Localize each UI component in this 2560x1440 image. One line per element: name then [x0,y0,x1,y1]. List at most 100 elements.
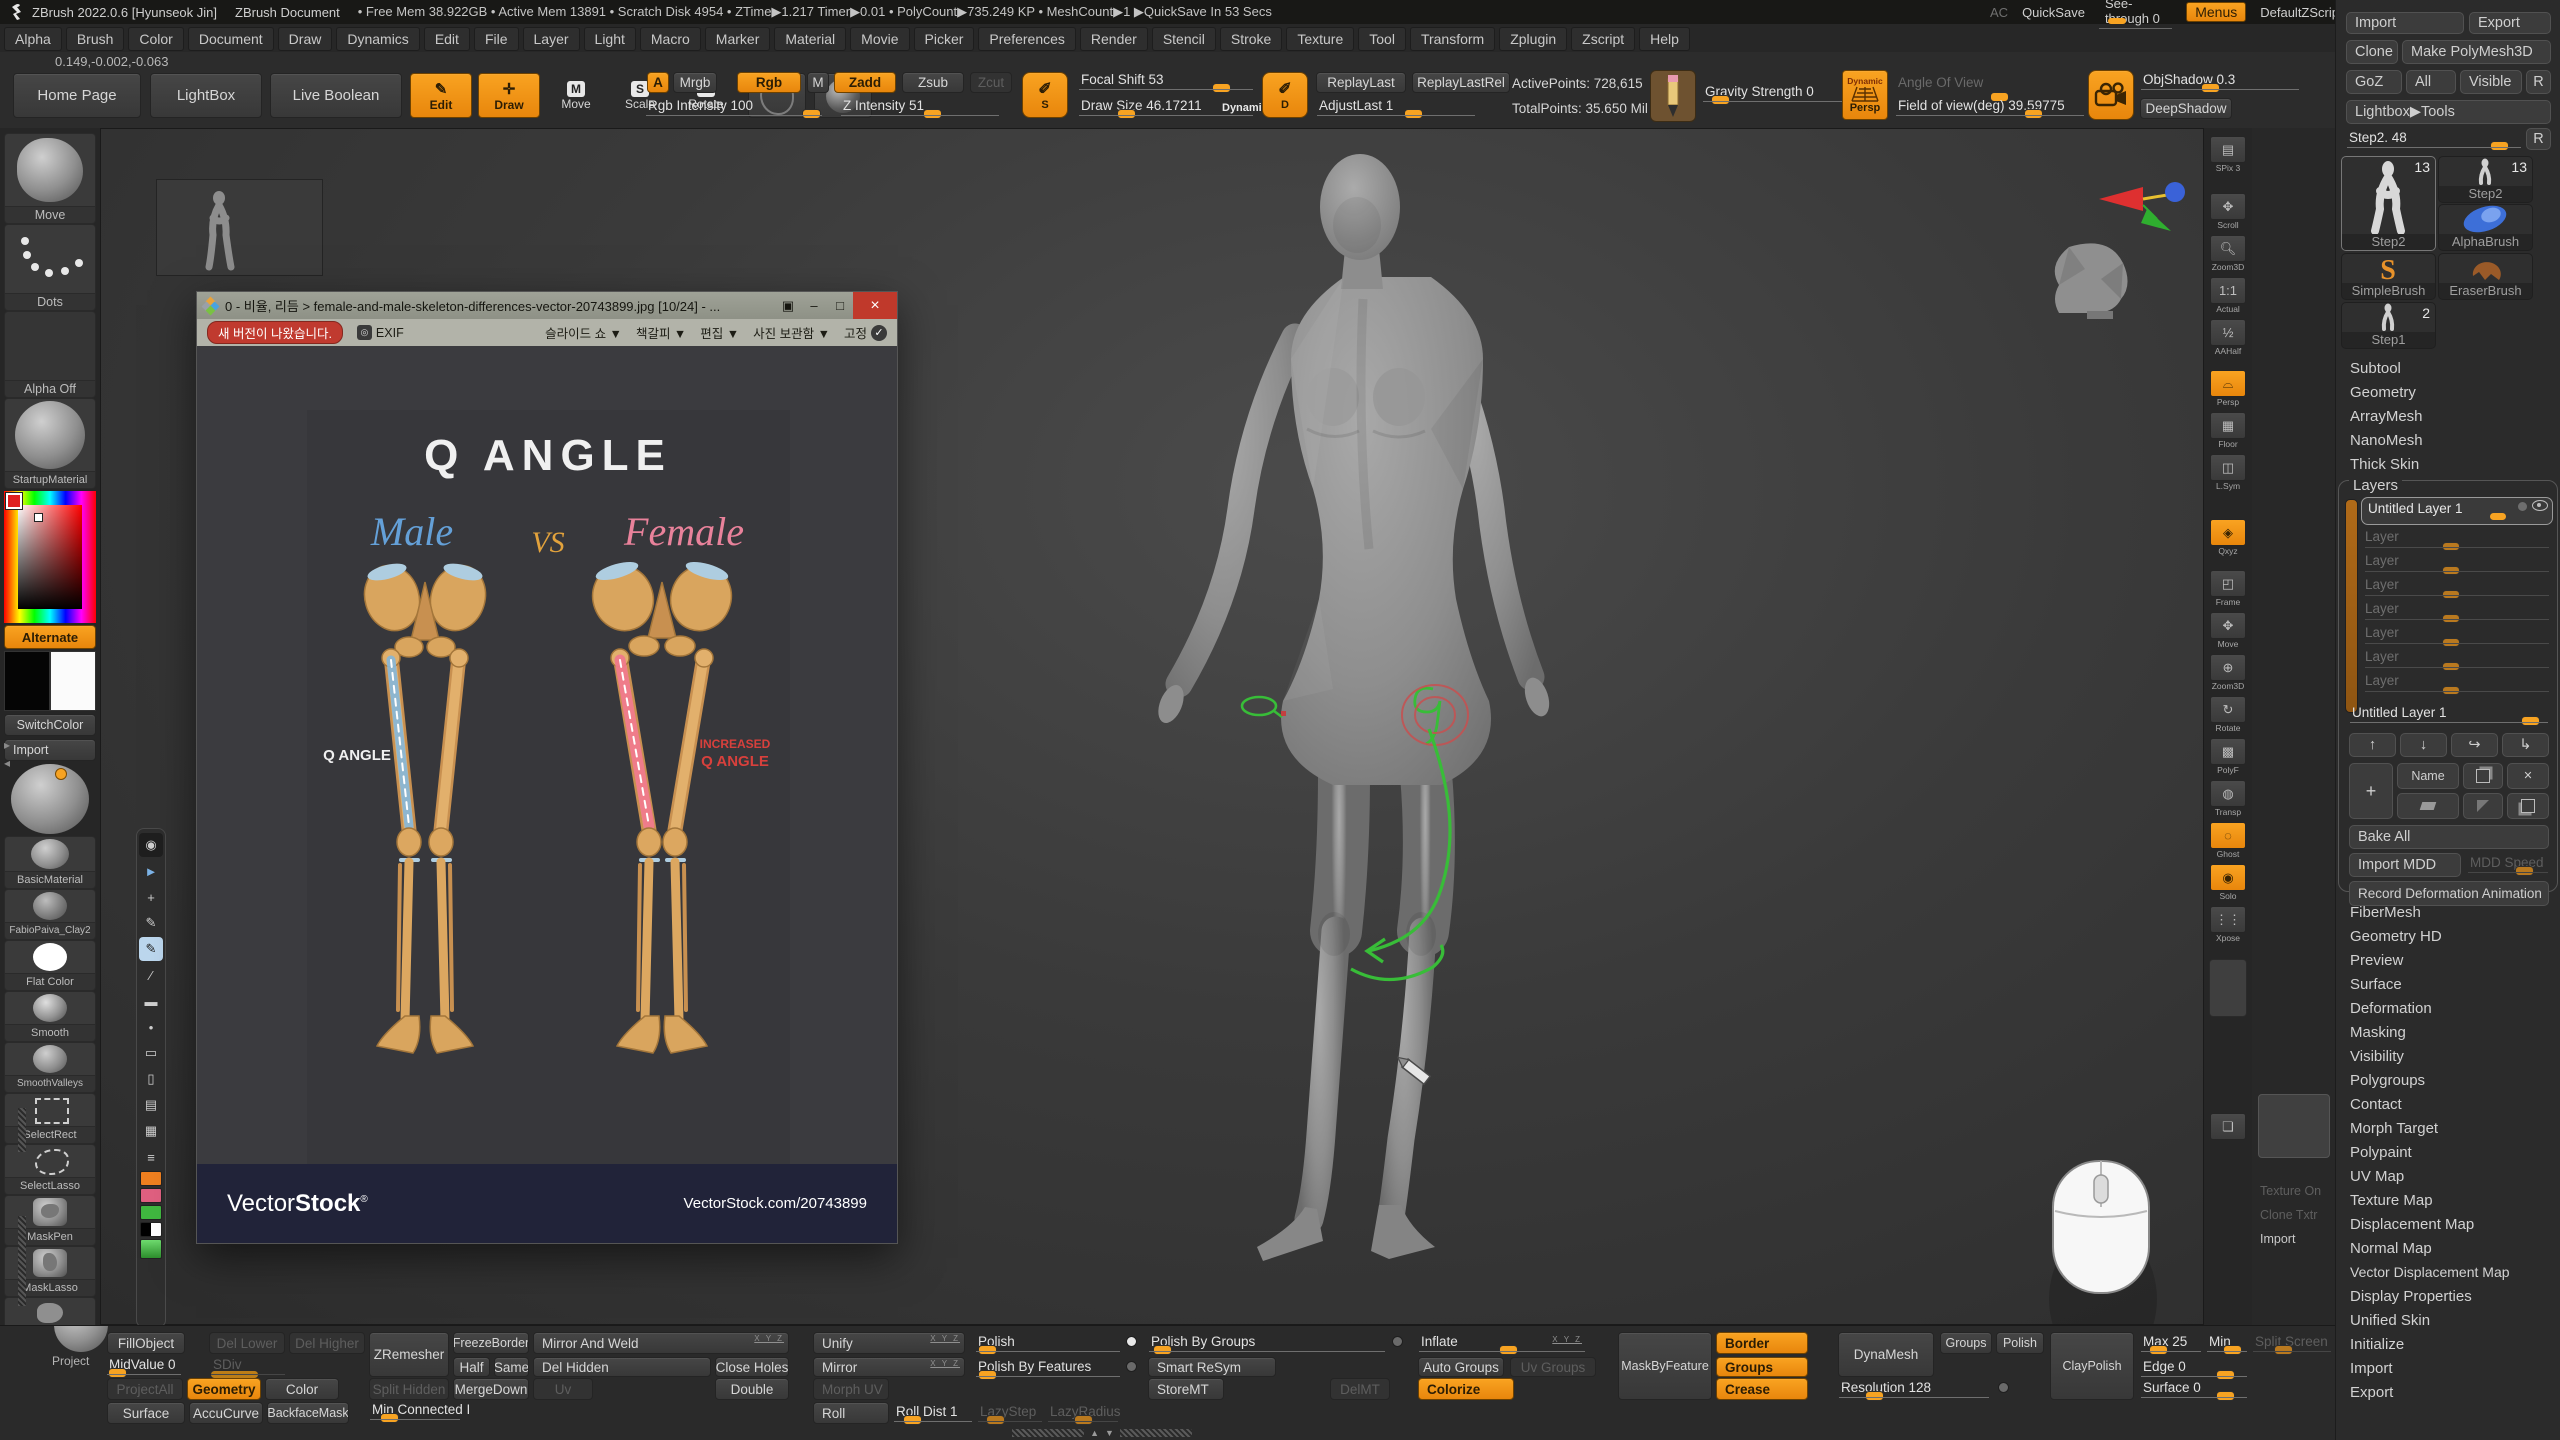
anno-trash-icon[interactable]: ▯ [139,1067,163,1091]
groups-button[interactable]: Groups [1716,1357,1808,1377]
menu-help[interactable]: Help [1639,27,1690,51]
switch-color-button[interactable]: SwitchColor [4,714,96,736]
menus-toggle-button[interactable]: Menus [2186,2,2246,22]
anno-menu-icon[interactable]: ◉ [139,833,163,857]
shelf-grip[interactable]: ▲ ▼ [1012,1428,1192,1438]
image-viewer-window[interactable]: 0 - 비율, 리듬 > female-and-male-skeleton-di… [196,291,898,1244]
z-intensity-slider[interactable]: Z Intensity 51 [840,98,1000,118]
exif-button[interactable]: ◎EXIF [357,325,404,340]
zadd-button[interactable]: Zadd [834,72,896,93]
freeze-border-button[interactable]: FreezeBorder [453,1332,529,1354]
section-deformation[interactable]: Deformation [2350,1000,2432,1017]
brush-smooth-thumb[interactable]: Smooth [4,991,96,1042]
polish-by-groups-slider[interactable]: Polish By Groups [1148,1334,1386,1354]
gravity-strength-slider[interactable]: Gravity Strength 0 [1702,84,1847,104]
menu-alpha[interactable]: Alpha [4,27,62,51]
step2-r-button[interactable]: R [2526,128,2551,150]
menu-movie[interactable]: Movie [850,27,909,51]
step2-slider[interactable]: Step2. 48 [2346,130,2522,150]
tool-thumb-step1[interactable]: 2Step1 [2341,302,2436,349]
lazy-step-slider[interactable]: LazyStep [977,1404,1043,1424]
polish-toggle[interactable] [1126,1336,1137,1347]
auto-groups-button[interactable]: Auto Groups [1418,1357,1504,1377]
lightbox-tools-button[interactable]: Lightbox▶Tools [2346,100,2551,124]
anno-board-icon[interactable]: ▦ [139,1119,163,1143]
tool-thumb-eraserbrush[interactable]: EraserBrush [2438,253,2533,300]
tool-thumb-simplebrush[interactable]: S SimpleBrush [2341,253,2436,300]
polyframe-toggle[interactable]: ▩PolyF [2210,738,2246,775]
female-model[interactable] [1153,154,1553,1261]
floor-toggle[interactable]: ▦Floor [2210,412,2246,449]
anno-color-green2[interactable] [140,1239,162,1259]
make-polymesh3d-button[interactable]: Make PolyMesh3D [2402,40,2551,64]
anno-color-blackwhite[interactable] [140,1222,162,1237]
uv-groups-button[interactable]: Uv Groups [1510,1357,1596,1377]
dynamic-label[interactable]: Dynamic [1222,102,1268,114]
obj-shadow-slider[interactable]: ObjShadow 0.3 [2140,72,2300,92]
goz-all-button[interactable]: All [2406,70,2456,94]
new-version-badge[interactable]: 새 버전이 나왔습니다. [207,321,343,344]
polish-by-groups-toggle[interactable] [1392,1336,1403,1347]
secondary-color-swatch[interactable] [50,651,96,711]
layer-row-2[interactable]: Layer [2365,553,2549,573]
layers-scrollbar[interactable] [2345,499,2358,713]
anno-color-pink[interactable] [140,1188,162,1203]
divider-grip[interactable] [18,1108,26,1152]
roll-dist-slider[interactable]: Roll Dist 1 [893,1404,973,1424]
layer-row-4[interactable]: Layer [2365,601,2549,621]
draw-button[interactable]: ✛Draw [478,73,540,118]
rgb-intensity-slider[interactable]: Rgb Intensity 100 [645,98,823,118]
section-thickskin[interactable]: Thick Skin [2350,456,2419,473]
section-unified-skin[interactable]: Unified Skin [2350,1312,2430,1329]
sdiv-slider[interactable]: SDiv [210,1357,286,1377]
section-vector-displacement-map[interactable]: Vector Displacement Map [2350,1264,2510,1280]
lightbox-button[interactable]: LightBox [150,73,262,118]
viewer-minimize-button[interactable]: – [801,298,827,313]
anno-line-icon[interactable]: ∕ [139,963,163,987]
zcut-button[interactable]: Zcut [970,72,1012,93]
quicksave-button[interactable]: QuickSave [2022,5,2085,20]
strip-import[interactable]: Import [2260,1232,2295,1246]
anno-color-orange[interactable] [140,1171,162,1186]
import-texture-button[interactable]: Import [4,739,96,761]
layer-redo-down-button[interactable]: ↳ [2502,733,2549,757]
menu-stroke[interactable]: Stroke [1220,27,1282,51]
layer-row-7[interactable]: Layer [2365,673,2549,693]
bake-all-button[interactable]: Bake All [2349,825,2549,849]
section-nanomesh[interactable]: NanoMesh [2350,432,2423,449]
section-preview[interactable]: Preview [2350,952,2403,969]
menu-zplugin[interactable]: Zplugin [1499,27,1567,51]
menu-render[interactable]: Render [1080,27,1148,51]
viewer-title-bar[interactable]: 0 - 비율, 리듬 > female-and-male-skeleton-di… [197,292,897,319]
menu-dynamics[interactable]: Dynamics [336,27,419,51]
sculpt-brush-icon-button[interactable]: ✐S [1022,72,1068,118]
spix-slider[interactable]: ▤SPix 3 [2210,136,2246,173]
divider-grip[interactable] [18,1216,26,1306]
surface-button[interactable]: Surface [107,1402,185,1424]
merge-down-button[interactable]: MergeDown [453,1378,529,1400]
section-uv-map[interactable]: UV Map [2350,1168,2404,1185]
gravity-icon[interactable] [1650,70,1696,122]
mdd-speed-slider[interactable]: MDD Speed [2467,855,2549,875]
layer-row-6[interactable]: Layer [2365,649,2549,669]
accu-curve-button[interactable]: AccuCurve [189,1402,263,1424]
anno-screen-icon[interactable]: ▤ [139,1093,163,1117]
menu-tool[interactable]: Tool [1358,27,1406,51]
zoom3d-button[interactable]: 🔍︎Zoom3D [2210,235,2246,272]
section-geometry[interactable]: Geometry [2350,384,2416,401]
viewer-maximize-button[interactable]: □ [827,298,853,313]
import-mdd-button[interactable]: Import MDD [2349,853,2461,877]
roll-button[interactable]: Roll [813,1402,889,1424]
section-arraymesh[interactable]: ArrayMesh [2350,408,2423,425]
menu-brush[interactable]: Brush [66,27,125,51]
current-material-preview[interactable] [11,764,89,834]
doc-icon-button[interactable]: ❏ [2210,1113,2246,1140]
section-display-properties[interactable]: Display Properties [2350,1288,2472,1305]
menu-color[interactable]: Color [128,27,183,51]
alternate-button[interactable]: Alternate [4,625,96,649]
morph-uv-button[interactable]: Morph UV [813,1378,889,1400]
polish-by-features-slider[interactable]: Polish By Features [975,1359,1121,1379]
material-flat-color-thumb[interactable]: Flat Color [4,940,96,991]
dynamic-brush-icon-button[interactable]: ✐D [1262,72,1308,118]
section-subtool[interactable]: Subtool [2350,360,2401,377]
